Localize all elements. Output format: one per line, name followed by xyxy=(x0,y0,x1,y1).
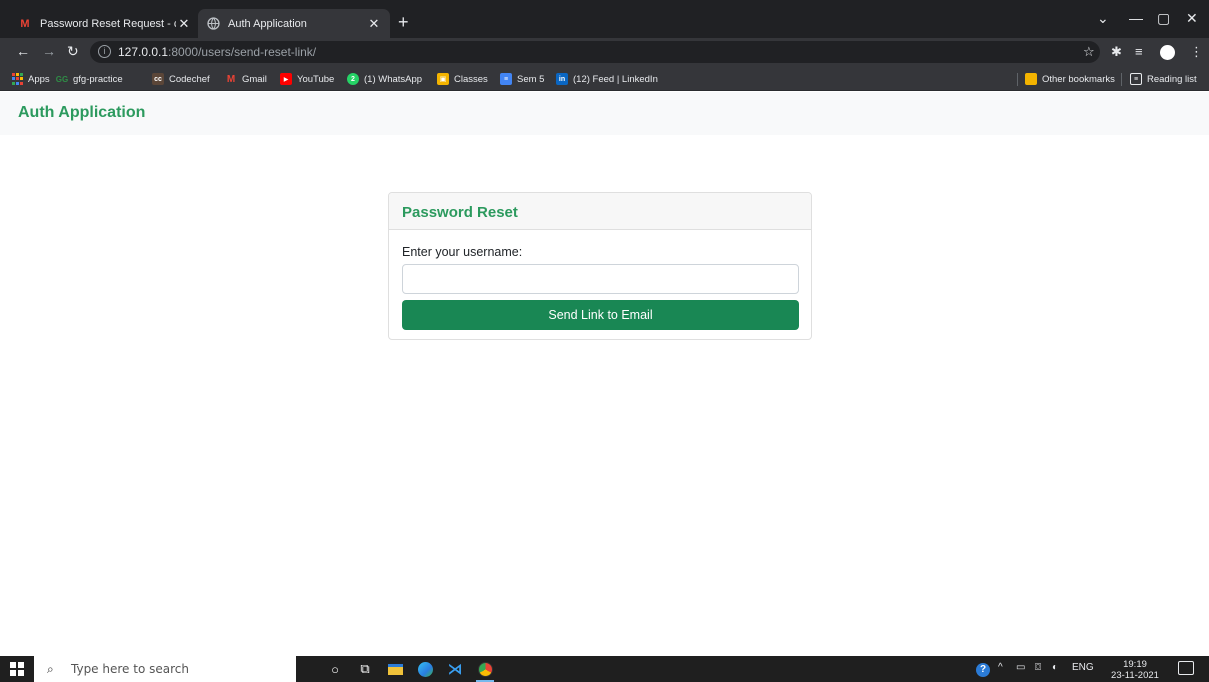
whatsapp-icon: 2 xyxy=(347,73,359,85)
task-view-icon[interactable]: ⧉ xyxy=(356,660,374,678)
codechef-icon: cc xyxy=(152,73,164,85)
docs-icon: ≡ xyxy=(500,73,512,85)
tab-title: Password Reset Request - charan xyxy=(40,17,176,30)
clock-time: 19:19 xyxy=(1123,659,1147,670)
clock-date: 23-11-2021 xyxy=(1111,670,1159,681)
linkedin-icon: in xyxy=(556,73,568,85)
profile-avatar[interactable] xyxy=(1160,45,1175,60)
gmail-icon: M xyxy=(226,73,236,85)
reload-icon[interactable]: ↻ xyxy=(67,43,79,60)
bookmark-apps[interactable]: Apps xyxy=(12,71,50,87)
help-icon[interactable]: ? xyxy=(976,661,990,677)
gmail-icon: M xyxy=(20,17,30,30)
chrome-icon[interactable] xyxy=(476,660,494,678)
bookmark-sem-5[interactable]: ≡ Sem 5 xyxy=(500,71,544,87)
windows-taskbar: ⌕ Type here to search ○ ⧉ ⋊ ? ^ ▭ ⌼ ◐ EN… xyxy=(0,656,1209,682)
bookmark-reading-list[interactable]: ≡ Reading list xyxy=(1130,71,1197,87)
reading-list-icon: ≡ xyxy=(1130,73,1142,85)
app-navbar: Auth Application xyxy=(0,92,1209,135)
cortana-icon[interactable]: ○ xyxy=(326,660,344,678)
card-body: Enter your username: Send Link to Email xyxy=(389,230,811,330)
bookmark-label: Sem 5 xyxy=(517,73,545,85)
bookmark-gfg-practice[interactable]: GG gfg-practice xyxy=(56,71,123,87)
apps-icon xyxy=(12,73,23,85)
bookmark-classes[interactable]: ▣ Classes xyxy=(437,71,488,87)
bookmark-codechef[interactable]: cc Codechef xyxy=(152,71,210,87)
bookmark-label: Codechef xyxy=(169,73,210,85)
card-header: Password Reset xyxy=(389,193,811,230)
extensions-icon[interactable]: ✱ xyxy=(1111,44,1122,60)
network-icon[interactable]: ⌼ xyxy=(1035,662,1041,673)
chevron-up-icon[interactable]: ^ xyxy=(998,662,1003,673)
bookmark-linkedin[interactable]: in (12) Feed | LinkedIn xyxy=(556,71,658,87)
password-reset-card: Password Reset Enter your username: Send… xyxy=(388,192,812,340)
address-url: 127.0.0.1:8000/users/send-reset-link/ xyxy=(118,45,317,59)
bookmark-label: YouTube xyxy=(297,73,335,85)
battery-icon[interactable]: ▭ xyxy=(1016,662,1025,673)
username-input[interactable] xyxy=(402,264,799,294)
site-info-icon[interactable]: i xyxy=(98,45,111,58)
bookmark-other-bookmarks[interactable]: Other bookmarks xyxy=(1025,71,1115,87)
media-control-icon[interactable]: ≡ xyxy=(1135,44,1143,59)
vscode-icon[interactable]: ⋊ xyxy=(446,660,464,678)
menu-icon[interactable]: ⋮ xyxy=(1190,44,1203,60)
send-link-button[interactable]: Send Link to Email xyxy=(402,300,799,330)
card-title: Password Reset xyxy=(402,204,518,221)
folder-icon xyxy=(1025,73,1037,85)
bookmarks-divider xyxy=(1017,73,1018,86)
new-tab-button[interactable]: + xyxy=(398,13,409,31)
bookmark-star-icon[interactable]: ☆ xyxy=(1083,44,1095,60)
bookmarks-bar: Apps GG gfg-practice cc Codechef M Gmail… xyxy=(0,66,1209,91)
bookmark-whatsapp[interactable]: 2 (1) WhatsApp xyxy=(347,71,422,87)
language-indicator[interactable]: ENG xyxy=(1072,662,1094,673)
bookmark-label: (12) Feed | LinkedIn xyxy=(573,73,658,85)
window-close-icon[interactable]: ✕ xyxy=(1186,10,1198,27)
close-tab-icon[interactable]: ✕ xyxy=(176,16,192,32)
volume-icon[interactable]: ◐ xyxy=(1052,662,1058,673)
bookmarks-divider xyxy=(1121,73,1122,86)
maximize-icon[interactable]: ▢ xyxy=(1157,10,1170,27)
bookmark-label: gfg-practice xyxy=(73,73,123,85)
bookmark-label: Apps xyxy=(28,73,50,85)
navbar-brand[interactable]: Auth Application xyxy=(18,104,145,122)
back-icon[interactable]: ← xyxy=(16,43,30,59)
bookmark-label: Gmail xyxy=(242,73,267,85)
browser-tab-bar: M Password Reset Request - charan ✕ Auth… xyxy=(0,0,1209,38)
notification-center-icon[interactable] xyxy=(1178,661,1194,675)
browser-toolbar: ← → ↻ i 127.0.0.1:8000/users/send-reset-… xyxy=(0,38,1209,66)
taskbar-clock[interactable]: 19:19 23-11-2021 xyxy=(1110,659,1160,681)
tab-search-icon[interactable]: ⌄ xyxy=(1097,10,1109,27)
forward-icon[interactable]: → xyxy=(42,43,56,59)
bookmark-label: Reading list xyxy=(1147,73,1197,85)
edge-icon[interactable] xyxy=(416,660,434,678)
tab-password-reset-request[interactable]: M Password Reset Request - charan ✕ xyxy=(10,9,200,38)
windows-start-icon[interactable] xyxy=(10,662,24,676)
bookmark-label: Other bookmarks xyxy=(1042,73,1115,85)
tab-auth-application[interactable]: Auth Application ✕ xyxy=(198,9,390,38)
classroom-icon: ▣ xyxy=(437,73,449,85)
gfg-icon: GG xyxy=(55,74,69,84)
youtube-icon: ▶ xyxy=(280,73,292,85)
close-tab-icon[interactable]: ✕ xyxy=(366,16,382,32)
search-placeholder: Type here to search xyxy=(71,662,189,676)
taskbar-search-box[interactable]: ⌕ Type here to search xyxy=(34,656,296,682)
username-label: Enter your username: xyxy=(402,245,523,259)
search-icon: ⌕ xyxy=(47,661,54,676)
bookmark-label: Classes xyxy=(454,73,488,85)
bookmark-label: (1) WhatsApp xyxy=(364,73,423,85)
minimize-icon[interactable]: — xyxy=(1129,10,1143,26)
globe-icon xyxy=(206,17,220,31)
bookmark-youtube[interactable]: ▶ YouTube xyxy=(280,71,334,87)
bookmark-gmail[interactable]: M Gmail xyxy=(225,71,267,87)
address-bar[interactable]: i 127.0.0.1:8000/users/send-reset-link/ xyxy=(90,41,1100,63)
file-explorer-icon[interactable] xyxy=(386,660,404,678)
tab-title: Auth Application xyxy=(228,17,307,30)
